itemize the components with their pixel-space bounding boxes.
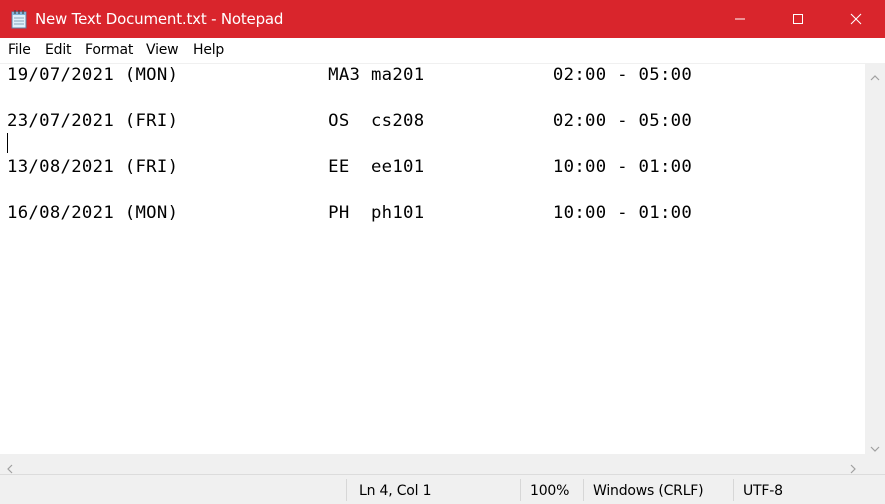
menu-view[interactable]: View <box>146 42 179 59</box>
scroll-left-arrow-icon[interactable] <box>5 459 15 474</box>
close-icon <box>850 13 862 25</box>
document-line: 19/07/2021 (MON) MA3 ma201 02:00 - 05:00 <box>7 65 693 85</box>
document-line: 16/08/2021 (MON) PH ph101 10:00 - 01:00 <box>7 203 693 223</box>
scroll-right-arrow-icon[interactable] <box>848 459 858 474</box>
status-bar: Ln 4, Col 1 100% Windows (CRLF) UTF-8 <box>0 474 885 504</box>
menu-format[interactable]: Format <box>85 42 133 59</box>
horizontal-scrollbar[interactable] <box>0 454 865 474</box>
menu-help[interactable]: Help <box>193 42 224 59</box>
notepad-icon[interactable] <box>11 9 28 29</box>
menu-bar: File Edit Format View Help <box>0 38 885 63</box>
maximize-icon <box>793 14 803 24</box>
encoding: UTF-8 <box>743 483 783 499</box>
menu-file[interactable]: File <box>8 42 31 59</box>
text-editor-area[interactable]: 19/07/2021 (MON) MA3 ma201 02:00 - 05:00… <box>0 63 865 455</box>
zoom-level: 100% <box>530 483 570 499</box>
document-line: 23/07/2021 (FRI) OS cs208 02:00 - 05:00 <box>7 111 693 131</box>
status-divider <box>733 479 734 501</box>
text-caret <box>7 133 8 153</box>
cursor-position: Ln 4, Col 1 <box>359 483 432 499</box>
window-title: New Text Document.txt - Notepad <box>35 10 284 28</box>
maximize-button[interactable] <box>769 0 827 38</box>
status-divider <box>346 479 347 501</box>
document-line: 13/08/2021 (FRI) EE ee101 10:00 - 01:00 <box>7 157 693 177</box>
vertical-scrollbar[interactable] <box>865 63 885 454</box>
title-bar[interactable]: New Text Document.txt - Notepad <box>0 0 885 38</box>
line-ending: Windows (CRLF) <box>593 483 704 499</box>
minimize-icon <box>735 18 745 20</box>
minimize-button[interactable] <box>711 0 769 38</box>
scroll-up-arrow-icon[interactable] <box>870 68 880 81</box>
status-divider <box>520 479 521 501</box>
menu-edit[interactable]: Edit <box>45 42 72 59</box>
status-divider <box>583 479 584 501</box>
scrollbar-corner <box>865 454 885 474</box>
close-button[interactable] <box>827 0 885 38</box>
scroll-down-arrow-icon[interactable] <box>870 439 880 452</box>
